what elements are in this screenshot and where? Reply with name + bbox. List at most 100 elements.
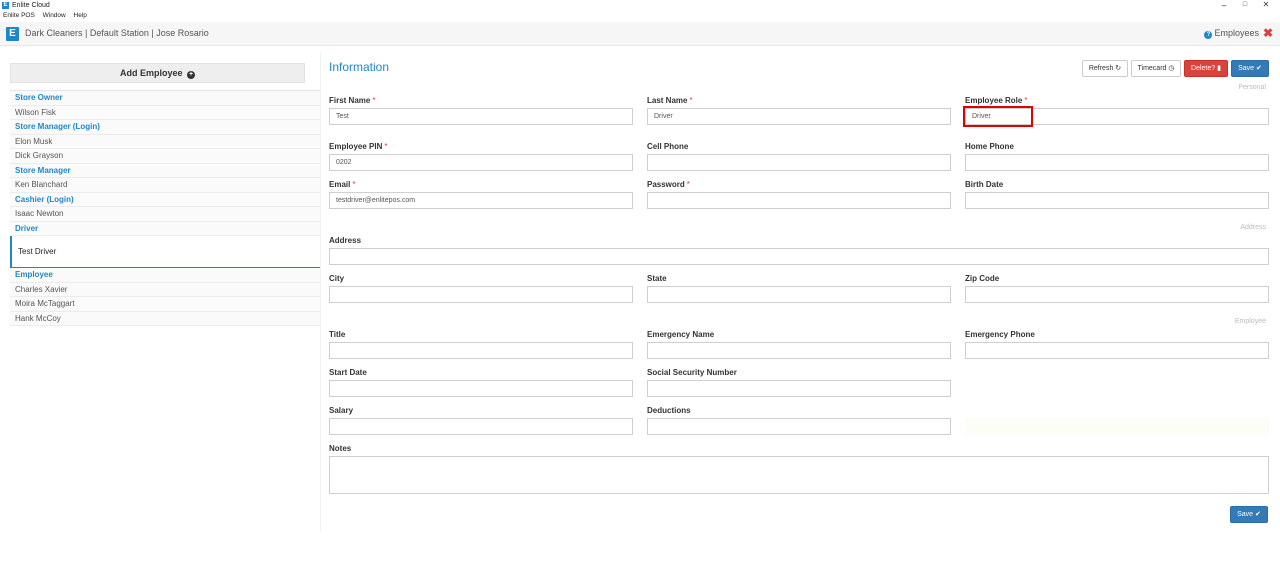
app-header: E Dark Cleaners | Default Station | Jose…: [0, 22, 1280, 46]
deductions-label: Deductions: [647, 406, 691, 415]
page-title: Information: [329, 60, 390, 74]
list-item-selected[interactable]: Test Driver: [10, 236, 320, 268]
state-label: State: [647, 274, 667, 283]
timecard-button[interactable]: Timecard ◷: [1131, 60, 1181, 77]
deductions-field[interactable]: [647, 418, 951, 435]
list-item[interactable]: Wilson Fisk: [10, 106, 320, 120]
city-label: City: [329, 274, 345, 283]
delete-button[interactable]: Delete? ▮: [1184, 60, 1228, 77]
menu-help[interactable]: Help: [74, 12, 87, 19]
save-bottom-button[interactable]: Save ✔: [1230, 506, 1268, 523]
role-header-store-manager-login: Store Manager (Login): [10, 120, 320, 135]
window-titlebar: E Enlite Cloud – □ ✕: [0, 0, 1280, 11]
emergency-phone-field[interactable]: [965, 342, 1269, 359]
emergency-name-label: Emergency Name: [647, 330, 715, 339]
start-date-field[interactable]: [329, 380, 633, 397]
list-item[interactable]: Charles Xavier: [10, 283, 320, 297]
cell-phone-field[interactable]: [647, 154, 951, 171]
salary-field[interactable]: [329, 418, 633, 435]
section-label: Employees: [1214, 28, 1259, 38]
required-marker: *: [372, 96, 376, 105]
list-item[interactable]: Dick Grayson: [10, 149, 320, 164]
close-icon[interactable]: ✖: [1263, 26, 1273, 40]
first-name-field[interactable]: Test: [329, 108, 633, 125]
home-phone-field[interactable]: [965, 154, 1269, 171]
password-label-text: Password: [647, 180, 685, 189]
password-label: Password *: [647, 180, 690, 189]
required-marker: *: [686, 180, 690, 189]
employee-role-label: Employee Role *: [965, 96, 1027, 105]
notes-label: Notes: [329, 444, 352, 453]
list-item[interactable]: Isaac Newton: [10, 207, 320, 222]
zip-code-field[interactable]: [965, 286, 1269, 303]
employee-role-value[interactable]: Driver: [963, 106, 1033, 127]
city-field[interactable]: [329, 286, 633, 303]
help-icon[interactable]: ?: [1204, 31, 1213, 39]
plus-circle-icon: +: [187, 71, 196, 79]
start-date-label: Start Date: [329, 368, 367, 377]
empty-panel: [965, 418, 1269, 435]
restore-button[interactable]: □: [1235, 0, 1255, 11]
state-field[interactable]: [647, 286, 951, 303]
title-label: Title: [329, 330, 346, 339]
role-header-cashier-login: Cashier (Login): [10, 193, 320, 207]
role-header-store-owner: Store Owner: [10, 91, 320, 106]
required-marker: *: [689, 96, 693, 105]
employee-pin-field[interactable]: 0202: [329, 154, 633, 171]
refresh-button[interactable]: Refresh ↻: [1082, 60, 1128, 77]
list-item[interactable]: Elon Musk: [10, 135, 320, 149]
app-icon: E: [2, 2, 9, 9]
ssn-field[interactable]: [647, 380, 951, 397]
required-marker: *: [352, 180, 356, 189]
employee-pin-label: Employee PIN *: [329, 142, 387, 151]
employee-pin-label-text: Employee PIN: [329, 142, 383, 151]
last-name-label: Last Name *: [647, 96, 693, 105]
menu-enlite-pos[interactable]: Enlite POS: [3, 12, 35, 19]
title-field[interactable]: [329, 342, 633, 359]
last-name-label-text: Last Name: [647, 96, 688, 105]
employee-info-panel: Information Refresh ↻ Timecard ◷ Delete?…: [320, 52, 1276, 532]
address-field[interactable]: [329, 248, 1269, 265]
zip-code-label: Zip Code: [965, 274, 1000, 283]
add-employee-label: Add Employee: [119, 68, 183, 78]
enlite-logo-icon: E: [6, 27, 19, 41]
employee-role-label-text: Employee Role: [965, 96, 1023, 105]
section-label-address: Address: [1240, 224, 1266, 231]
store-info: Dark Cleaners | Default Station | Jose R…: [25, 28, 209, 38]
role-header-store-manager: Store Manager: [10, 164, 320, 178]
email-label: Email *: [329, 180, 355, 189]
cell-phone-label: Cell Phone: [647, 142, 689, 151]
email-label-text: Email: [329, 180, 351, 189]
add-employee-button[interactable]: Add Employee +: [10, 63, 305, 83]
employee-list: Store Owner Wilson Fisk Store Manager (L…: [10, 90, 320, 326]
minimize-button[interactable]: –: [1214, 0, 1234, 11]
emergency-name-field[interactable]: [647, 342, 951, 359]
ssn-label: Social Security Number: [647, 368, 737, 377]
list-item[interactable]: Hank McCoy: [10, 312, 320, 326]
role-header-employee: Employee: [10, 268, 320, 283]
menu-window[interactable]: Window: [43, 12, 66, 19]
list-item[interactable]: Ken Blanchard: [10, 178, 320, 193]
first-name-label: First Name *: [329, 96, 375, 105]
home-phone-label: Home Phone: [965, 142, 1014, 151]
employee-sidebar: Add Employee + Store Owner Wilson Fisk S…: [0, 47, 320, 587]
close-window-button[interactable]: ✕: [1256, 0, 1276, 11]
required-marker: *: [384, 142, 388, 151]
salary-label: Salary: [329, 406, 354, 415]
first-name-label-text: First Name: [329, 96, 371, 105]
last-name-field[interactable]: Driver: [647, 108, 951, 125]
window-title: Enlite Cloud: [12, 2, 50, 9]
notes-textarea[interactable]: [329, 456, 1269, 494]
section-name: ? Employees: [1204, 28, 1259, 39]
menu-bar: Enlite POS Window Help: [0, 11, 1280, 21]
password-field[interactable]: [647, 192, 951, 209]
required-marker: *: [1024, 96, 1028, 105]
birth-date-field[interactable]: [965, 192, 1269, 209]
list-item[interactable]: Moira McTaggart: [10, 297, 320, 312]
save-button[interactable]: Save ✔: [1231, 60, 1269, 77]
role-header-driver: Driver: [10, 222, 320, 236]
section-label-personal: Personal: [1238, 84, 1266, 91]
email-field[interactable]: testdriver@enlitepos.com: [329, 192, 633, 209]
address-label: Address: [329, 236, 362, 245]
emergency-phone-label: Emergency Phone: [965, 330, 1035, 339]
